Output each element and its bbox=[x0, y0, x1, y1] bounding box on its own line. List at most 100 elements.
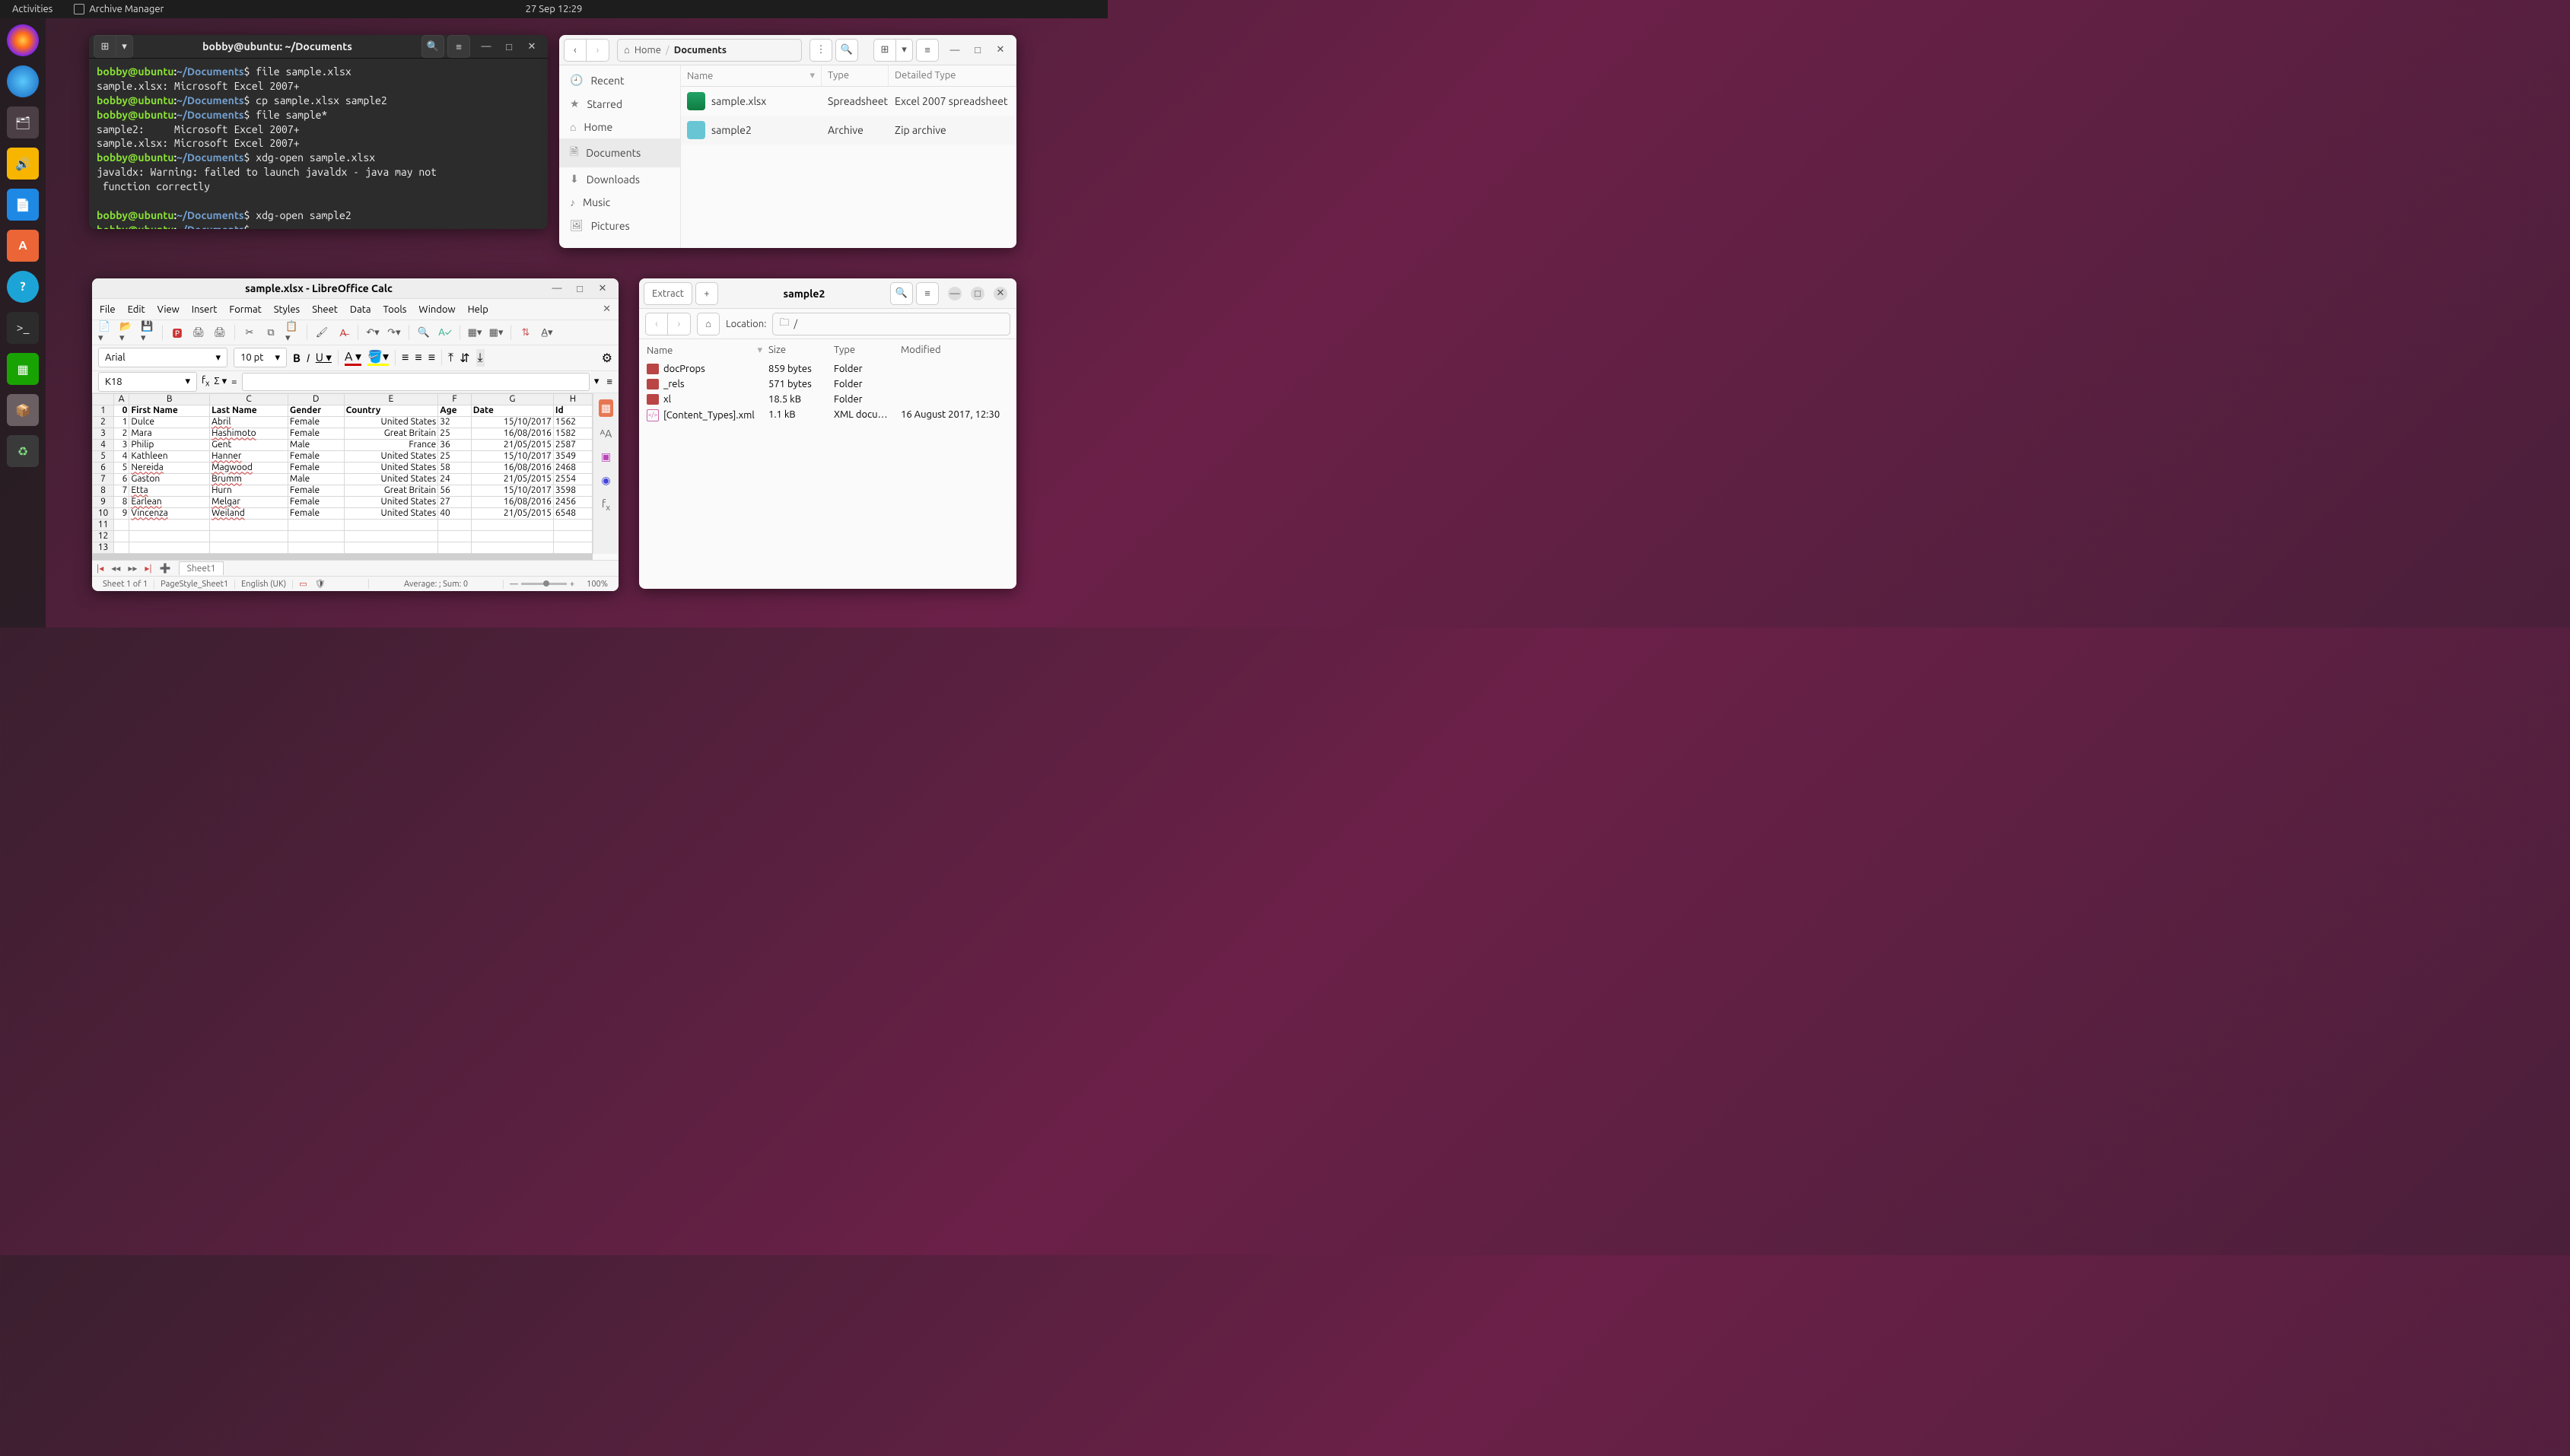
cell[interactable] bbox=[438, 542, 471, 553]
menu-edit[interactable]: Edit bbox=[128, 304, 145, 315]
row-icon[interactable]: ▦▾ bbox=[468, 326, 482, 339]
align-center-button[interactable]: ≡ bbox=[415, 351, 421, 365]
app-menu[interactable]: Archive Manager bbox=[74, 4, 164, 14]
archive-row[interactable]: docProps 859 bytes Folder bbox=[644, 361, 1012, 377]
dock-software[interactable]: A bbox=[7, 230, 39, 262]
column-header[interactable]: B bbox=[129, 393, 210, 405]
cell[interactable]: Female bbox=[288, 496, 344, 507]
last-sheet-icon[interactable]: ▸| bbox=[145, 563, 151, 574]
dock-terminal[interactable]: >_ bbox=[7, 312, 39, 344]
cell[interactable]: United States bbox=[344, 496, 438, 507]
dock-help[interactable]: ? bbox=[7, 271, 39, 303]
column-name[interactable]: Name▾ bbox=[644, 342, 765, 358]
archive-row[interactable]: xl 18.5 kB Folder bbox=[644, 392, 1012, 407]
extract-button[interactable]: Extract bbox=[644, 282, 692, 305]
paste-icon[interactable]: 📋▾ bbox=[285, 326, 299, 339]
cell[interactable] bbox=[471, 542, 553, 553]
cell[interactable]: 4 bbox=[114, 450, 129, 462]
cell[interactable]: Vincenza bbox=[129, 507, 210, 519]
dock-trash[interactable]: ♻ bbox=[7, 435, 39, 467]
cell[interactable]: 25 bbox=[438, 450, 471, 462]
activities-button[interactable]: Activities bbox=[6, 4, 59, 14]
cell[interactable] bbox=[438, 530, 471, 542]
file-row[interactable]: sample2 Archive Zip archive bbox=[681, 116, 1016, 145]
row-header[interactable]: 12 bbox=[93, 530, 114, 542]
sidebar-item-documents[interactable]: 🗎Documents bbox=[559, 138, 680, 167]
spreadsheet-grid[interactable]: ABCDEFGH10First NameLast NameGenderCount… bbox=[92, 393, 593, 554]
close-menubar-icon[interactable]: ✕ bbox=[603, 304, 611, 315]
column-size[interactable]: Size bbox=[765, 342, 831, 358]
column-detailed-type[interactable]: Detailed Type bbox=[889, 65, 1016, 86]
save-icon[interactable]: 💾▾ bbox=[141, 326, 154, 339]
cell[interactable]: Brumm bbox=[210, 473, 288, 485]
row-header[interactable]: 6 bbox=[93, 462, 114, 473]
cell[interactable]: 16/08/2016 bbox=[471, 496, 553, 507]
cell[interactable] bbox=[553, 542, 592, 553]
dock-files[interactable]: 🗂 bbox=[7, 106, 39, 138]
cell[interactable]: Dulce bbox=[129, 416, 210, 428]
cell[interactable]: 36 bbox=[438, 439, 471, 450]
cell[interactable] bbox=[438, 519, 471, 530]
row-header[interactable]: 9 bbox=[93, 496, 114, 507]
row-header[interactable]: 2 bbox=[93, 416, 114, 428]
formula-dropdown-icon[interactable]: ▾ bbox=[594, 376, 600, 387]
highlight-button[interactable]: 🪣▾ bbox=[367, 349, 389, 366]
cell[interactable]: 0 bbox=[114, 405, 129, 416]
print-icon[interactable]: 🖨 bbox=[192, 326, 205, 339]
underline-button[interactable]: U ▾ bbox=[316, 351, 332, 364]
cell[interactable]: 2 bbox=[114, 428, 129, 439]
cell[interactable]: 27 bbox=[438, 496, 471, 507]
styles-icon[interactable]: ᴬA bbox=[600, 428, 612, 440]
cell[interactable]: Male bbox=[288, 473, 344, 485]
hamburger-menu[interactable]: ≡ bbox=[916, 39, 939, 62]
cell[interactable]: Age bbox=[438, 405, 471, 416]
align-left-button[interactable]: ≡ bbox=[402, 351, 409, 365]
maximize-button[interactable]: □ bbox=[971, 287, 984, 300]
column-header[interactable]: C bbox=[210, 393, 288, 405]
cell[interactable] bbox=[129, 530, 210, 542]
cell[interactable]: 56 bbox=[438, 485, 471, 496]
cell[interactable]: Country bbox=[344, 405, 438, 416]
cell[interactable] bbox=[210, 530, 288, 542]
sidebar-settings-icon[interactable]: ⚙ bbox=[602, 351, 612, 365]
align-top-button[interactable]: ⤒ bbox=[448, 351, 453, 365]
cell[interactable]: 1582 bbox=[553, 428, 592, 439]
sidebar-item-downloads[interactable]: ⬇Downloads bbox=[559, 167, 680, 191]
home-button[interactable]: ⌂ bbox=[697, 313, 720, 335]
cell[interactable]: 16/08/2016 bbox=[471, 462, 553, 473]
cell[interactable]: United States bbox=[344, 507, 438, 519]
sort-icon[interactable]: ⇅ bbox=[519, 326, 533, 339]
column-icon[interactable]: ▦▾ bbox=[489, 326, 503, 339]
cell-reference-box[interactable]: K18▾ bbox=[98, 372, 197, 392]
cell[interactable]: 2468 bbox=[553, 462, 592, 473]
cell[interactable]: 21/05/2015 bbox=[471, 507, 553, 519]
cell[interactable]: 58 bbox=[438, 462, 471, 473]
properties-icon[interactable]: ▦ bbox=[599, 399, 613, 417]
cell[interactable]: 40 bbox=[438, 507, 471, 519]
cell[interactable]: Magwood bbox=[210, 462, 288, 473]
sidebar-toggle-icon[interactable]: ≡ bbox=[606, 376, 612, 387]
cell[interactable] bbox=[471, 530, 553, 542]
cell[interactable]: 16/08/2016 bbox=[471, 428, 553, 439]
close-button[interactable]: ✕ bbox=[994, 287, 1007, 300]
cell[interactable]: Hashimoto bbox=[210, 428, 288, 439]
sheet-tab[interactable]: Sheet1 bbox=[179, 561, 224, 575]
clone-formatting-icon[interactable]: 🖌 bbox=[315, 326, 329, 339]
cell[interactable]: 25 bbox=[438, 428, 471, 439]
cell[interactable] bbox=[114, 530, 129, 542]
row-header[interactable]: 10 bbox=[93, 507, 114, 519]
cell[interactable] bbox=[129, 542, 210, 553]
dock-calc[interactable]: ▦ bbox=[7, 353, 39, 385]
archive-row[interactable]: </>[Content_Types].xml 1.1 kB XML docu… … bbox=[644, 407, 1012, 424]
horizontal-scrollbar[interactable] bbox=[92, 554, 593, 560]
cell[interactable] bbox=[344, 530, 438, 542]
column-header[interactable]: D bbox=[288, 393, 344, 405]
cell[interactable]: Gender bbox=[288, 405, 344, 416]
breadcrumb-documents[interactable]: Documents bbox=[674, 45, 727, 56]
spellcheck-icon[interactable]: A✓ bbox=[438, 326, 452, 339]
cell[interactable]: United States bbox=[344, 416, 438, 428]
menu-window[interactable]: Window bbox=[418, 304, 455, 315]
row-header[interactable]: 5 bbox=[93, 450, 114, 462]
sidebar-item-pictures[interactable]: 🖼Pictures bbox=[559, 214, 680, 237]
print-preview-icon[interactable]: 🖨 bbox=[213, 326, 227, 339]
